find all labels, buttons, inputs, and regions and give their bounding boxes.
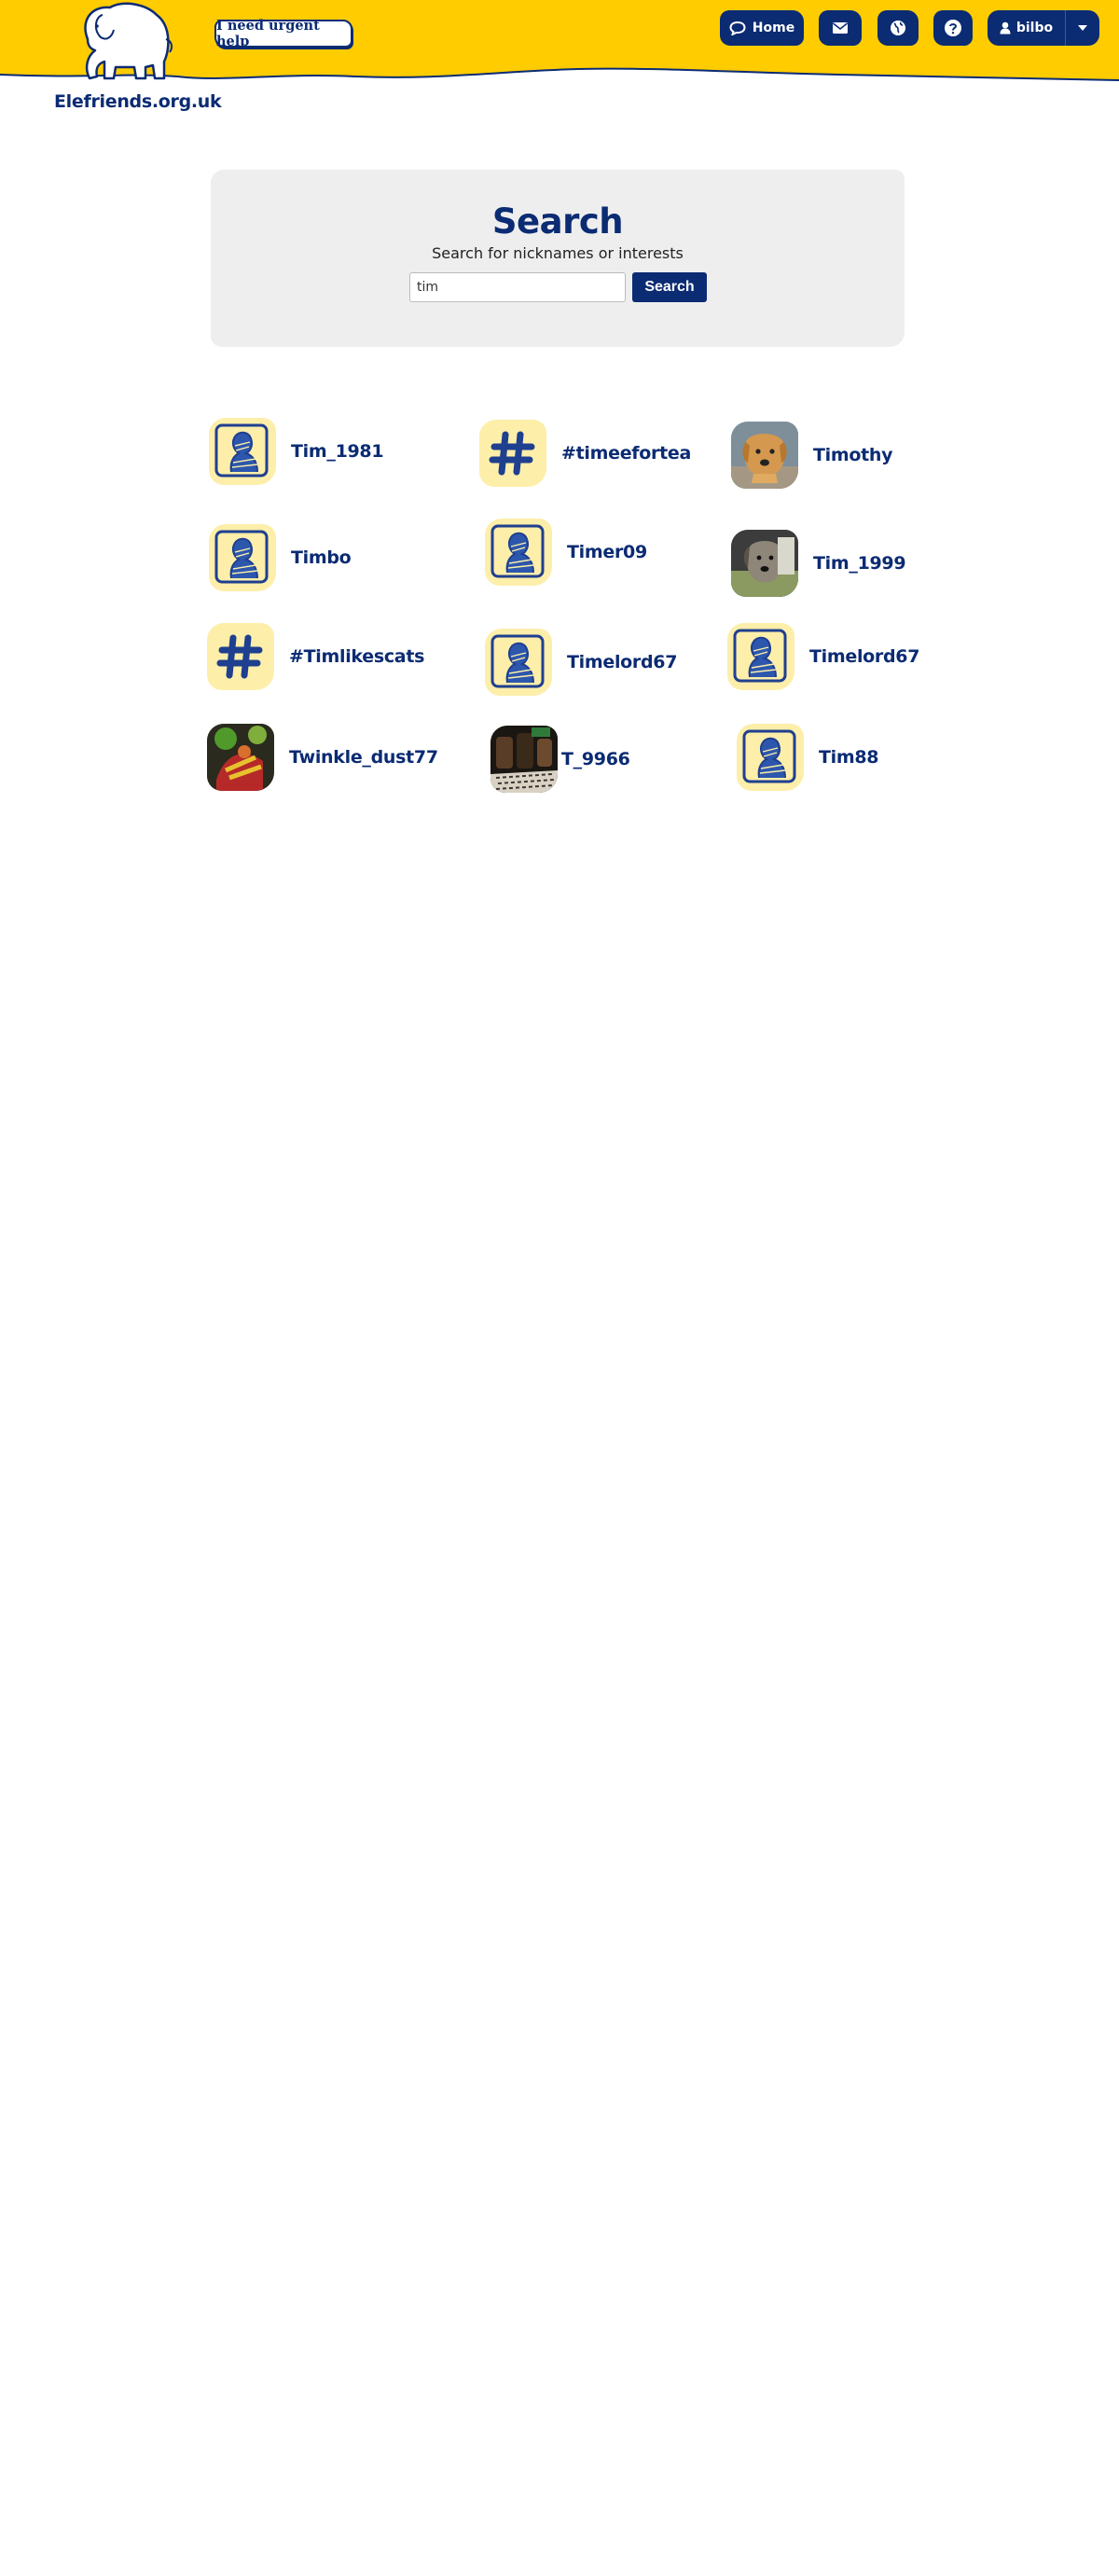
result-name: Tim_1981 xyxy=(291,441,384,462)
search-button[interactable]: Search xyxy=(632,272,707,302)
result-name: #timeefortea xyxy=(561,443,691,464)
result-item[interactable]: T_9966 xyxy=(490,726,630,793)
site-header: Elefriends.org.uk I need urgent help Hom… xyxy=(0,0,1119,112)
result-name: Timbo xyxy=(291,547,352,568)
result-item[interactable]: Twinkle_dust77 xyxy=(207,724,438,791)
messages-button[interactable] xyxy=(819,10,862,46)
default-avatar-icon xyxy=(485,629,552,696)
result-name: Timer09 xyxy=(567,542,647,562)
hashtag-icon xyxy=(207,623,274,690)
result-item[interactable]: Timer09 xyxy=(485,519,647,586)
result-name: Timelord67 xyxy=(567,652,678,672)
search-subtitle: Search for nicknames or interests xyxy=(432,244,684,262)
envelope-icon xyxy=(833,22,848,34)
caret-down-icon xyxy=(1078,25,1087,31)
dark-photo-avatar xyxy=(490,726,558,793)
dog-photo-avatar xyxy=(731,422,798,489)
home-button[interactable]: Home xyxy=(720,10,804,46)
question-mark-icon xyxy=(945,20,961,36)
search-panel: Search Search for nicknames or interests… xyxy=(211,170,905,347)
default-avatar-icon xyxy=(727,623,794,690)
home-label: Home xyxy=(752,21,795,35)
result-item[interactable]: Timothy xyxy=(731,422,893,489)
hashtag-icon xyxy=(479,420,546,487)
site-name[interactable]: Elefriends.org.uk xyxy=(54,91,222,112)
elephant-logo[interactable] xyxy=(67,2,177,82)
urgent-help-button[interactable]: I need urgent help xyxy=(214,18,352,49)
user-menu-button[interactable]: bilbo xyxy=(988,10,1065,46)
search-title: Search xyxy=(491,201,624,242)
result-name: Twinkle_dust77 xyxy=(289,747,438,768)
result-name: Timothy xyxy=(813,445,893,465)
search-input[interactable] xyxy=(409,272,626,302)
default-avatar-icon xyxy=(209,418,276,485)
user-icon xyxy=(1000,21,1011,35)
grey-dog-photo-avatar xyxy=(731,530,798,597)
result-name: Tim88 xyxy=(819,747,879,768)
result-item[interactable]: Tim88 xyxy=(737,724,879,791)
speech-bubble-icon xyxy=(729,21,746,35)
default-avatar-icon xyxy=(485,519,552,586)
result-name: #Timlikescats xyxy=(289,646,425,667)
colourful-photo-avatar xyxy=(207,724,274,791)
result-name: T_9966 xyxy=(561,749,630,769)
result-item[interactable]: Tim_1981 xyxy=(209,418,384,485)
result-item[interactable]: Timelord67 xyxy=(485,629,677,696)
result-item[interactable]: Tim_1999 xyxy=(731,530,906,597)
user-dropdown-toggle[interactable] xyxy=(1065,10,1099,46)
globe-icon xyxy=(891,21,905,35)
default-avatar-icon xyxy=(209,524,276,591)
result-item[interactable]: #Timlikescats xyxy=(207,623,424,690)
result-name: Tim_1999 xyxy=(813,553,906,574)
username-label: bilbo xyxy=(1015,21,1054,35)
help-button[interactable] xyxy=(933,10,973,46)
community-button[interactable] xyxy=(877,10,919,46)
result-item[interactable]: Timbo xyxy=(209,524,352,591)
result-item[interactable]: Timelord67 xyxy=(727,623,919,690)
default-avatar-icon xyxy=(737,724,804,791)
result-item[interactable]: #timeefortea xyxy=(479,420,691,487)
result-name: Timelord67 xyxy=(809,646,920,667)
